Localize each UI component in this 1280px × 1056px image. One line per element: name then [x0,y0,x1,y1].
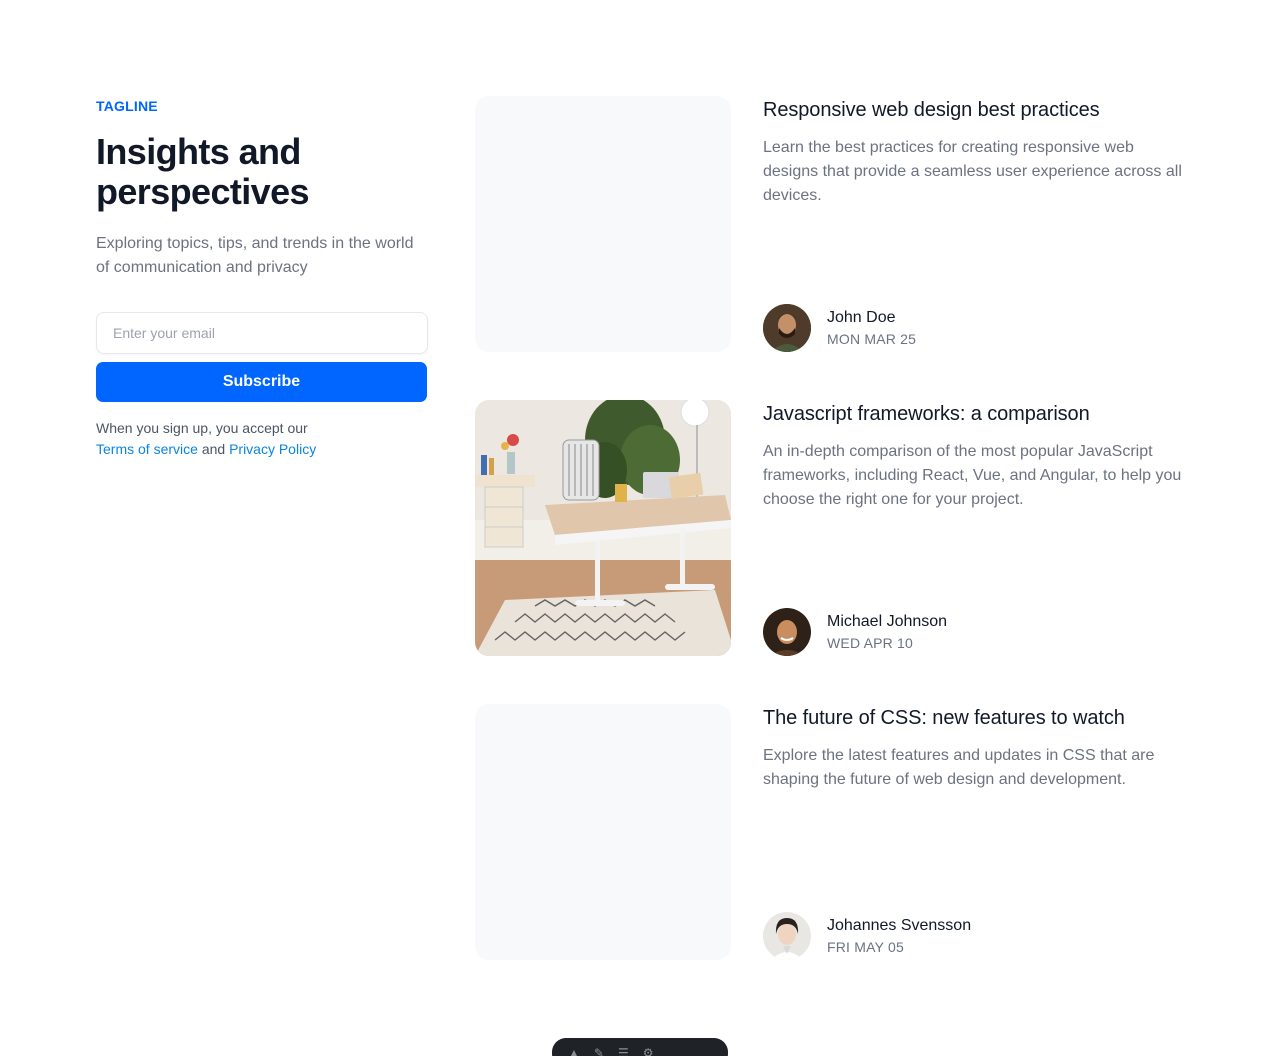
post-author: Johannes Svensson FRI MAY 05 [763,912,971,960]
author-meta: Michael Johnson WED APR 10 [827,611,947,653]
terms-of-service-link[interactable]: Terms of service [96,441,198,457]
subscribe-button[interactable]: Subscribe [96,362,427,402]
gear-icon[interactable]: ⚙ [643,1047,654,1056]
author-meta: John Doe MON MAR 25 [827,307,916,349]
post-image-placeholder[interactable] [475,96,731,352]
legal-notice: When you sign up, you accept our Terms o… [96,418,428,460]
post-image-placeholder[interactable] [475,704,731,960]
post-author: John Doe MON MAR 25 [763,304,916,352]
post-author: Michael Johnson WED APR 10 [763,608,947,656]
post-title[interactable]: Responsive web design best practices [763,96,1185,124]
post-excerpt: Learn the best practices for creating re… [763,139,1182,204]
legal-prefix: When you sign up, you accept our [96,420,308,436]
tagline: TAGLINE [96,98,158,114]
post-excerpt: An in-depth comparison of the most popul… [763,443,1182,508]
author-avatar [763,608,811,656]
blog-post-list: Responsive web design best practices Lea… [475,96,1185,1008]
author-name: John Doe [827,309,896,326]
post-body: Responsive web design best practices Lea… [763,96,1185,352]
author-name: Johannes Svensson [827,917,972,934]
cursor-icon[interactable]: ▲ [568,1047,580,1056]
post-body: The future of CSS: new features to watch… [763,704,1185,960]
newsletter-sidebar: TAGLINE Insights and perspectives Explor… [96,96,428,460]
post-title[interactable]: Javascript frameworks: a comparison [763,400,1185,428]
legal-and: and [201,441,226,457]
page-title: Insights and perspectives [96,131,310,212]
author-name: Michael Johnson [827,613,948,630]
privacy-policy-link[interactable]: Privacy Policy [229,441,316,457]
floating-toolbar[interactable]: ▲ ✎ ☰ ⚙ [552,1038,728,1056]
blog-post-card[interactable]: Javascript frameworks: a comparison An i… [475,400,1185,656]
page-subtitle: Exploring topics, tips, and trends in th… [96,235,414,276]
author-avatar [763,912,811,960]
author-meta: Johannes Svensson FRI MAY 05 [827,915,971,957]
post-body: Javascript frameworks: a comparison An i… [763,400,1185,656]
blog-post-card[interactable]: The future of CSS: new features to watch… [475,704,1185,960]
post-date: MON MAR 25 [827,331,917,347]
blog-post-card[interactable]: Responsive web design best practices Lea… [475,96,1185,352]
menu-icon[interactable]: ☰ [618,1047,629,1056]
post-title[interactable]: The future of CSS: new features to watch [763,704,1185,732]
office-desk-photo[interactable] [475,400,731,656]
post-date: FRI MAY 05 [827,939,904,955]
email-field[interactable] [96,312,428,354]
author-avatar [763,304,811,352]
post-date: WED APR 10 [827,635,914,651]
edit-icon[interactable]: ✎ [594,1047,604,1056]
post-excerpt: Explore the latest features and updates … [763,747,1155,788]
